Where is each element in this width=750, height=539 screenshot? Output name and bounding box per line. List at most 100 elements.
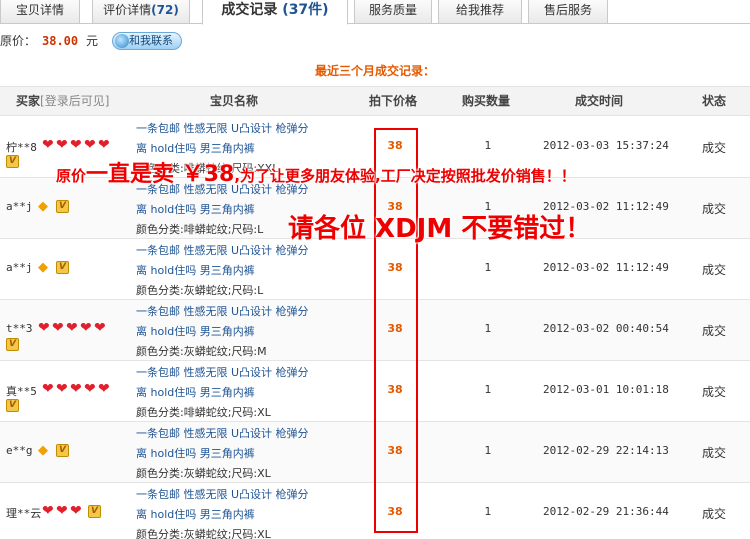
heart-rank-icon: ❤: [80, 320, 92, 336]
item-title-link[interactable]: 离 hold住吗 男三角内裤: [136, 261, 336, 281]
price-label: 原价：: [0, 34, 37, 48]
deal-time: 2012-02-29 22:14:13: [543, 444, 669, 457]
tab-count: (72): [151, 3, 179, 17]
tab-label: 服务质量: [368, 3, 417, 17]
quantity: 1: [484, 322, 492, 335]
buyer-cell: t**3 ❤ ❤ ❤ ❤ ❤ V: [6, 300, 134, 360]
heart-rank-icon: ❤: [38, 320, 50, 336]
heart-rank-icon: ❤: [42, 503, 54, 519]
buyer-cell: 真**5 ❤ ❤ ❤ ❤ ❤ V: [6, 361, 134, 421]
deal-status: 成交: [702, 507, 727, 521]
tab-service-quality[interactable]: 服务质量: [354, 0, 432, 24]
vip-badge-icon: V: [88, 505, 101, 518]
tab-recommend[interactable]: 给我推荐: [438, 0, 522, 24]
buyer-rank: ◆: [38, 260, 52, 274]
vip-badge-icon: V: [56, 261, 69, 274]
item-title-link[interactable]: 离 hold住吗 男三角内裤: [136, 383, 336, 403]
buyer-cell: e**g ◆ V: [6, 422, 134, 482]
diamond-rank-icon: ◆: [38, 260, 48, 275]
buyer-rank: ❤ ❤ ❤ ❤ ❤: [38, 321, 108, 335]
section-title: 最近三个月成交记录：: [314, 64, 435, 78]
item-title-link[interactable]: 一条包邮 性感无限 U凸设计 枪弹分: [136, 424, 336, 444]
login-hint: [登录后可见]: [40, 94, 110, 108]
col-price: 拍下价格: [369, 94, 418, 108]
item-variant: 颜色分类:灰蟒蛇纹;尺码:M: [136, 345, 267, 358]
heart-rank-icon: ❤: [70, 503, 82, 519]
item-title-link[interactable]: 一条包邮 性感无限 U凸设计 枪弹分: [136, 485, 336, 505]
item-cell: 一条包邮 性感无限 U凸设计 枪弹分离 hold住吗 男三角内裤 颜色分类:灰蟒蛇…: [136, 241, 336, 301]
buyer-rank: ❤ ❤ ❤ ❤ ❤: [42, 138, 112, 152]
deal-time: 2012-02-29 21:36:44: [543, 505, 669, 518]
deal-time: 2012-03-03 15:37:24: [543, 139, 669, 152]
buyer-cell: 理**云 ❤ ❤ ❤ V: [6, 483, 134, 539]
item-title-link[interactable]: 离 hold住吗 男三角内裤: [136, 505, 336, 525]
tab-after-sales[interactable]: 售后服务: [528, 0, 608, 24]
buyer-name: 柠**8: [6, 141, 37, 154]
heart-rank-icon: ❤: [84, 381, 96, 397]
deal-status: 成交: [702, 202, 727, 216]
heart-rank-icon: ❤: [56, 381, 68, 397]
col-item: 宝贝名称: [210, 94, 259, 108]
tab-label: 评价详情: [103, 3, 152, 17]
heart-rank-icon: ❤: [84, 137, 96, 153]
price-value: 38.00: [42, 34, 79, 48]
vip-badge-icon: V: [6, 155, 19, 168]
item-title-link[interactable]: 离 hold住吗 男三角内裤: [136, 444, 336, 464]
item-variant: 颜色分类:灰蟒蛇纹;尺码:XL: [136, 467, 271, 480]
buyer-rank: ◆: [38, 443, 52, 457]
heart-rank-icon: ❤: [56, 137, 68, 153]
price-unit: 元: [86, 34, 99, 48]
heart-rank-icon: ❤: [56, 503, 68, 519]
heart-rank-icon: ❤: [42, 137, 54, 153]
vip-badge-icon: V: [6, 399, 19, 412]
item-variant: 颜色分类:灰蟒蛇纹;尺码:XL: [136, 528, 271, 539]
tab-bar: 宝贝详情 评价详情(72) 成交记录 (37件) 服务质量 给我推荐 售后服务: [0, 0, 750, 25]
heart-rank-icon: ❤: [70, 381, 82, 397]
tab-reviews[interactable]: 评价详情(72): [92, 0, 190, 24]
item-title-link[interactable]: 一条包邮 性感无限 U凸设计 枪弹分: [136, 363, 336, 383]
tab-item-details[interactable]: 宝贝详情: [0, 0, 80, 24]
deal-status: 成交: [702, 385, 727, 399]
col-buyer: 买家[登录后可见]: [16, 94, 110, 108]
heart-rank-icon: ❤: [52, 320, 64, 336]
heart-rank-icon: ❤: [42, 381, 54, 397]
item-cell: 一条包邮 性感无限 U凸设计 枪弹分离 hold住吗 男三角内裤 颜色分类:啡蟒蛇…: [136, 363, 336, 423]
buyer-cell: a**j ◆ V: [6, 239, 134, 299]
buyer-name: 理**云: [6, 507, 42, 520]
col-time: 成交时间: [575, 94, 624, 108]
item-title-link[interactable]: 离 hold住吗 男三角内裤: [136, 322, 336, 342]
buyer-rank: ◆: [38, 199, 52, 213]
deal-status: 成交: [702, 263, 727, 277]
vip-badge-icon: V: [56, 444, 69, 457]
contact-label: 和我联系: [129, 34, 173, 47]
item-title-link[interactable]: 一条包邮 性感无限 U凸设计 枪弹分: [136, 119, 336, 139]
item-title-link[interactable]: 一条包邮 性感无限 U凸设计 枪弹分: [136, 302, 336, 322]
deal-time: 2012-03-02 00:40:54: [543, 322, 669, 335]
heart-rank-icon: ❤: [98, 381, 110, 397]
deal-time: 2012-03-02 11:12:49: [543, 261, 669, 274]
tab-label: 给我推荐: [455, 3, 504, 17]
tab-label: 售后服务: [543, 3, 592, 17]
contact-seller-button[interactable]: 和我联系: [112, 32, 182, 50]
tab-transactions[interactable]: 成交记录 (37件): [202, 0, 348, 25]
table-header: 买家[登录后可见] 宝贝名称 拍下价格 购买数量 成交时间 状态: [0, 86, 750, 116]
buyer-rank: ❤ ❤ ❤: [42, 504, 84, 518]
buyer-rank: ❤ ❤ ❤ ❤ ❤: [42, 382, 112, 396]
buyer-name: a**j: [6, 200, 33, 213]
buyer-name: t**3: [6, 322, 33, 335]
quantity: 1: [484, 444, 492, 457]
heart-rank-icon: ❤: [94, 320, 106, 336]
deal-status: 成交: [702, 141, 727, 155]
heart-rank-icon: ❤: [98, 137, 110, 153]
quantity: 1: [484, 261, 492, 274]
item-cell: 一条包邮 性感无限 U凸设计 枪弹分离 hold住吗 男三角内裤颜色分类:灰蟒蛇…: [136, 424, 336, 484]
heart-rank-icon: ❤: [70, 137, 82, 153]
quantity: 1: [484, 383, 492, 396]
quantity: 1: [484, 505, 492, 518]
buyer-name: a**j: [6, 261, 33, 274]
quantity: 1: [484, 139, 492, 152]
buyer-name: e**g: [6, 444, 33, 457]
promo-text-line1: 原价一直是卖 ￥38,为了让更多朋友体验,工厂决定按照批发价销售！！: [56, 162, 576, 187]
tab-label: 宝贝详情: [15, 3, 64, 17]
deal-status: 成交: [702, 324, 727, 338]
